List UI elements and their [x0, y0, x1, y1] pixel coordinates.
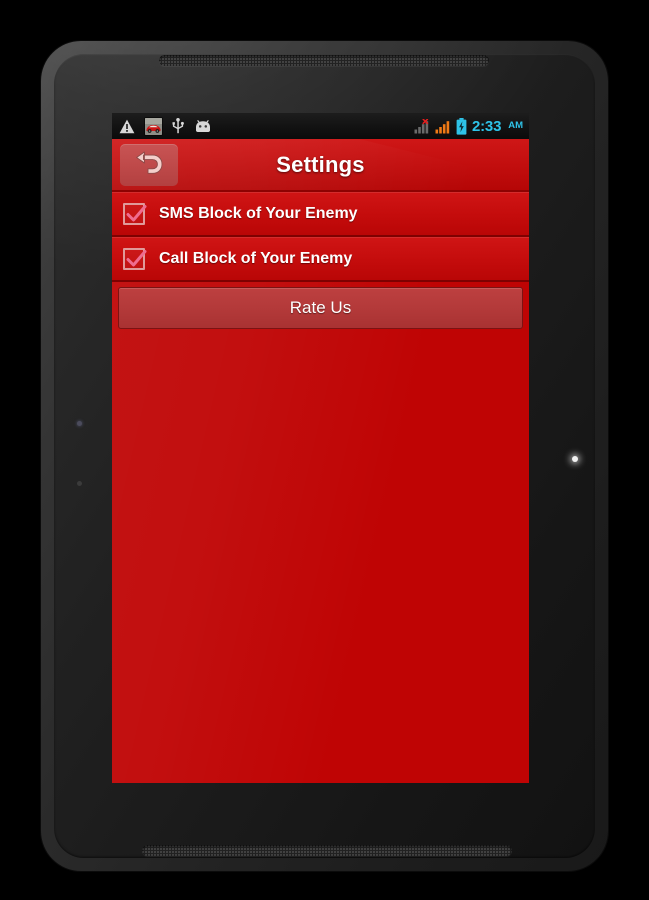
device-screen: 2:33 AM Settings SMS Block of Your Enemy…: [112, 113, 529, 783]
usb-connected-icon: [172, 118, 184, 134]
rate-us-label: Rate Us: [289, 298, 352, 317]
action-bar: Settings: [112, 139, 529, 192]
sms-block-label: SMS Block of Your Enemy: [159, 204, 358, 222]
call-block-checkbox[interactable]: [123, 247, 147, 270]
status-bar-ampm: AM: [508, 120, 523, 132]
top-speaker-grille: [159, 55, 489, 66]
back-button[interactable]: [120, 143, 178, 186]
status-bar: 2:33 AM: [112, 113, 529, 139]
car-photo-notification-icon: [145, 117, 162, 135]
setting-row-sms-block[interactable]: SMS Block of Your Enemy: [112, 192, 529, 237]
checkmark-icon: [126, 204, 147, 221]
screenshot-stage: 2:33 AM Settings SMS Block of Your Enemy…: [0, 0, 649, 900]
no-sim-signal-icon: [414, 118, 429, 133]
setting-row-call-block[interactable]: Call Block of Your Enemy: [112, 237, 529, 282]
rate-us-button[interactable]: Rate Us: [118, 287, 523, 329]
sms-block-checkbox[interactable]: [123, 202, 147, 225]
status-bar-system-area[interactable]: 2:33 AM: [414, 117, 523, 135]
notification-led-dot: [572, 456, 578, 462]
battery-charging-icon: [456, 117, 467, 135]
checkmark-icon: [126, 249, 147, 266]
android-debug-icon: [196, 119, 210, 132]
bottom-speaker-grille: [142, 845, 512, 856]
call-block-label: Call Block of Your Enemy: [159, 249, 353, 267]
settings-content: SMS Block of Your Enemy Call Block of Yo…: [112, 192, 529, 783]
warning-triangle-icon: [119, 119, 135, 133]
front-camera-sensor-dot: [77, 421, 82, 426]
status-bar-clock: 2:33: [471, 117, 502, 135]
back-arrow-icon: [136, 151, 163, 174]
mobile-signal-icon: [435, 120, 450, 133]
status-bar-notification-area[interactable]: [119, 117, 212, 135]
ambient-light-sensor-dot: [77, 481, 82, 486]
